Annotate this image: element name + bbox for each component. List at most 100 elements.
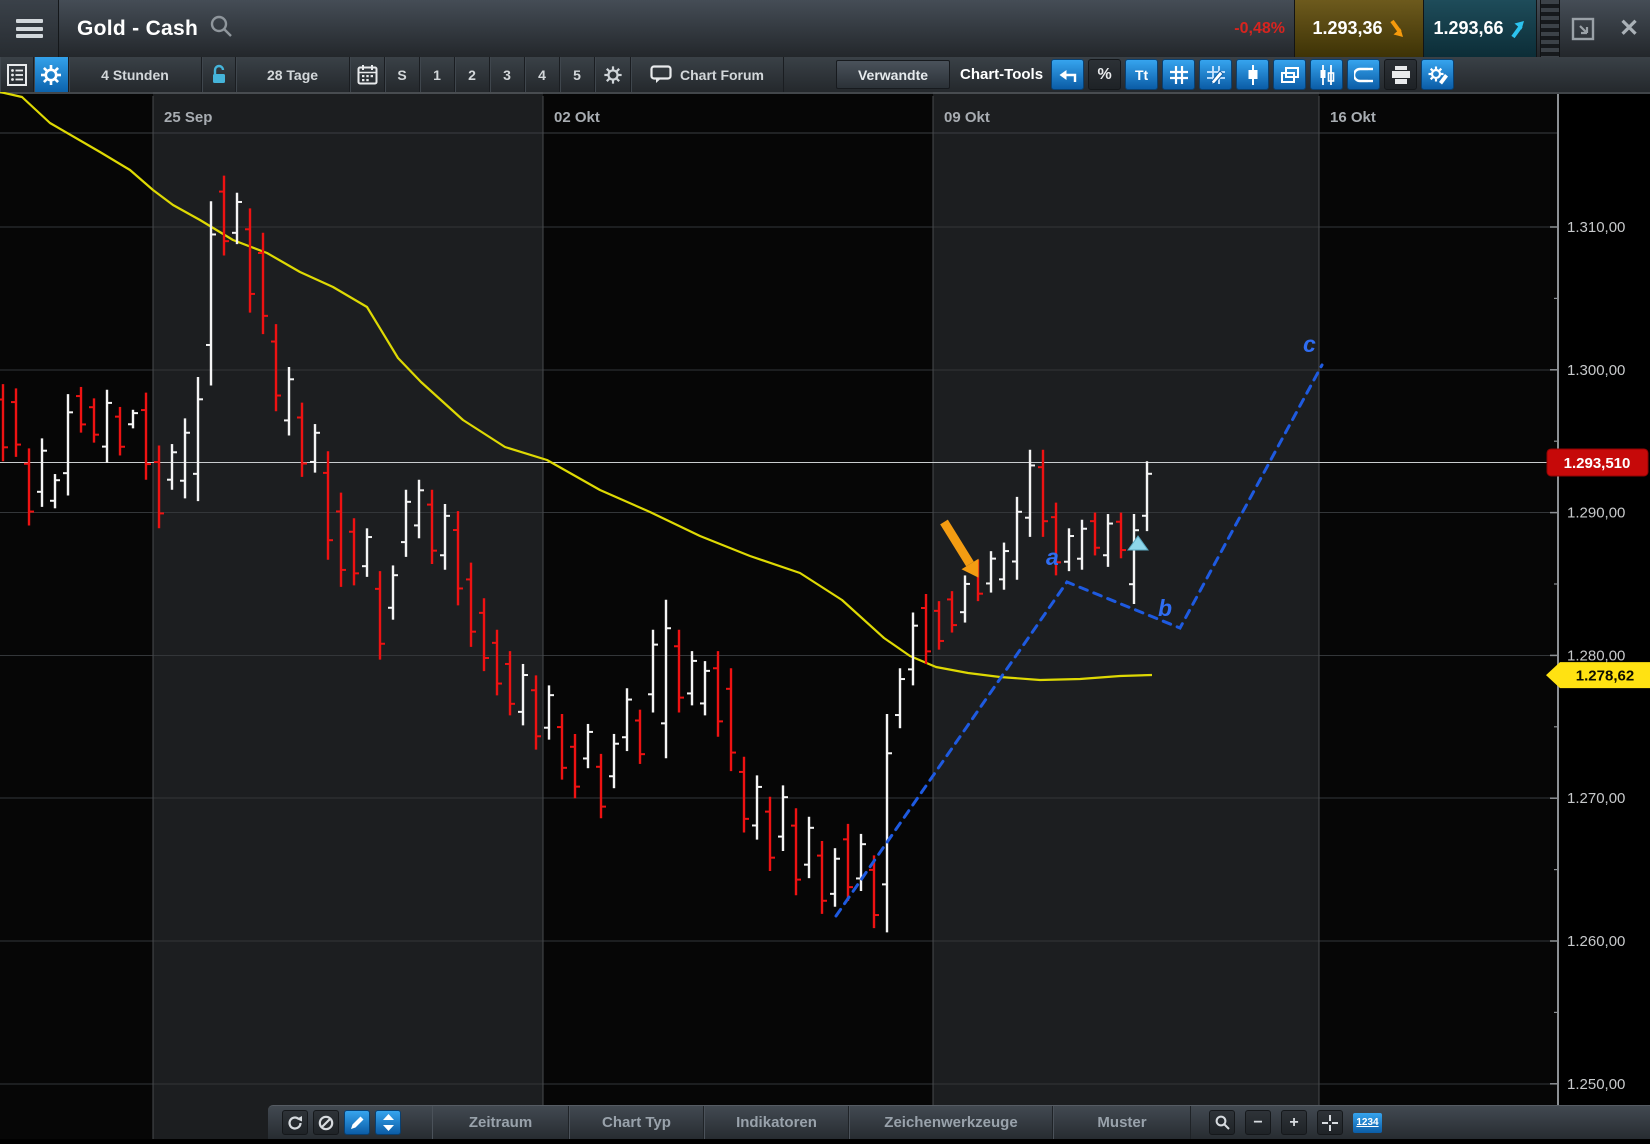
zoom-button[interactable] xyxy=(1209,1110,1235,1135)
chart-settings-button[interactable] xyxy=(34,57,69,92)
percent-scale-button[interactable]: % xyxy=(1088,59,1121,90)
chart-tools-label: Chart-Tools xyxy=(960,66,1043,83)
scale-toggle-button[interactable] xyxy=(375,1110,401,1135)
date-label: 09 Okt xyxy=(944,109,990,126)
layout-1-button[interactable]: 1 xyxy=(420,57,455,92)
axis-tick-label: 1.270,00 xyxy=(1567,790,1625,807)
chart-menu-tabs: Zeitraum Chart Typ Indikatoren Zeichenwe… xyxy=(432,1106,1191,1139)
chart-forum-button[interactable]: Chart Forum xyxy=(631,57,784,92)
overlap-windows-icon xyxy=(1280,66,1300,84)
tab-zeitraum[interactable]: Zeitraum xyxy=(432,1106,569,1139)
layout-3-button[interactable]: 3 xyxy=(490,57,525,92)
prohibition-icon xyxy=(318,1115,334,1131)
speech-bubble-icon xyxy=(650,65,672,84)
compare-button[interactable] xyxy=(1310,59,1343,90)
bottom-toolbar: Zeitraum Chart Typ Indikatoren Zeichenwe… xyxy=(268,1105,1650,1139)
price-up-icon xyxy=(1510,19,1527,39)
chart-tools-bar: % Tt xyxy=(1051,57,1454,92)
shape-icon xyxy=(1354,67,1374,83)
shapes-button[interactable] xyxy=(1347,59,1380,90)
search-icon[interactable] xyxy=(208,13,234,44)
lock-open-icon xyxy=(210,64,228,86)
week-band xyxy=(933,92,1319,1139)
candle-type-button[interactable] xyxy=(1236,59,1269,90)
interval-dropdown[interactable]: 4 Stunden xyxy=(69,57,202,92)
axis-tick-label: 1.310,00 xyxy=(1567,219,1625,236)
date-label: 25 Sep xyxy=(164,109,212,126)
undo-button[interactable] xyxy=(1051,59,1084,90)
printer-icon xyxy=(1391,66,1411,84)
pencil-icon xyxy=(350,1115,365,1130)
crosshair-button[interactable] xyxy=(1317,1110,1343,1135)
date-label: 02 Okt xyxy=(554,109,600,126)
close-button[interactable]: ✕ xyxy=(1606,0,1650,57)
window-grip[interactable] xyxy=(1540,0,1560,57)
hamburger-icon xyxy=(16,19,43,38)
layout-4-button[interactable]: 4 xyxy=(525,57,560,92)
range-dropdown[interactable]: 28 Tage xyxy=(236,57,350,92)
text-tool-button[interactable]: Tt xyxy=(1125,59,1158,90)
gear-pencil-icon xyxy=(1427,65,1449,85)
trendline-label-c: c xyxy=(1303,331,1316,357)
layout-5-button[interactable]: 5 xyxy=(560,57,595,92)
print-button[interactable] xyxy=(1384,59,1417,90)
axis-tick-label: 1.300,00 xyxy=(1567,362,1625,379)
restore-window-button[interactable] xyxy=(1560,0,1606,57)
windows-button[interactable] xyxy=(1273,59,1306,90)
chart-forum-label: Chart Forum xyxy=(680,67,764,83)
sell-price-button[interactable]: 1.293,36 xyxy=(1294,0,1424,57)
chart-canvas[interactable]: 25 Sep02 Okt09 Okt16 Oktabc1.310,001.300… xyxy=(0,92,1650,1139)
zoom-in-button[interactable]: + xyxy=(1281,1110,1307,1135)
chart-options-button[interactable] xyxy=(1421,59,1454,90)
calendar-button[interactable] xyxy=(350,57,385,92)
layout-save-button[interactable]: S xyxy=(385,57,420,92)
clear-drawings-button[interactable] xyxy=(313,1110,339,1135)
bid-price: 1.293,36 xyxy=(1312,18,1382,39)
tab-chart-typ[interactable]: Chart Typ xyxy=(569,1106,704,1139)
axis-panel xyxy=(1558,92,1650,1139)
trendline-label-b: b xyxy=(1158,595,1172,621)
instrument-title: Gold - Cash xyxy=(77,17,198,41)
chart-toolbar: 4 Stunden 28 Tage S 1 2 3 4 5 Chart Foru… xyxy=(0,57,1650,93)
refresh-icon xyxy=(287,1115,303,1131)
draw-button[interactable] xyxy=(344,1110,370,1135)
price-down-icon xyxy=(1389,19,1406,39)
tab-muster[interactable]: Muster xyxy=(1053,1106,1191,1139)
candlestick-icon xyxy=(1246,65,1260,85)
trendline-label-a: a xyxy=(1046,544,1059,570)
grid-button[interactable] xyxy=(1162,59,1195,90)
gear-icon xyxy=(40,64,62,86)
zoom-out-button[interactable]: − xyxy=(1245,1110,1271,1135)
axis-tick-label: 1.280,00 xyxy=(1567,647,1625,664)
magnifier-icon xyxy=(1215,1115,1230,1130)
lock-interval-button[interactable] xyxy=(202,57,236,92)
tab-indikatoren[interactable]: Indikatoren xyxy=(704,1106,849,1139)
buy-price-button[interactable]: 1.293,66 xyxy=(1423,0,1537,57)
gear-outline-icon xyxy=(603,65,623,85)
compare-candles-icon xyxy=(1317,65,1337,85)
layout-2-button[interactable]: 2 xyxy=(455,57,490,92)
svg-text:1.278,62: 1.278,62 xyxy=(1576,668,1634,685)
tab-zeichenwerkzeuge[interactable]: Zeichenwerkzeuge xyxy=(849,1106,1053,1139)
grid-icon xyxy=(1170,66,1188,84)
back-arrow-icon xyxy=(1058,66,1078,84)
ask-price: 1.293,66 xyxy=(1433,18,1503,39)
change-percent: -0,48% xyxy=(1185,0,1285,57)
current-price-tag: 1.293,510 xyxy=(1547,449,1648,476)
settings-button[interactable] xyxy=(595,57,631,92)
legend-button[interactable] xyxy=(0,57,34,92)
refresh-button[interactable] xyxy=(282,1110,308,1135)
calendar-icon xyxy=(357,64,378,85)
ma-value-tag: 1.278,62 xyxy=(1546,662,1650,688)
grid-pencil-icon xyxy=(1207,66,1225,84)
axis-tick-label: 1.250,00 xyxy=(1567,1076,1625,1093)
grid-edit-button[interactable] xyxy=(1199,59,1232,90)
axis-tick-label: 1.260,00 xyxy=(1567,933,1625,950)
verwandte-button[interactable]: Verwandte xyxy=(836,60,950,89)
list-icon xyxy=(7,64,27,86)
title-bar: Gold - Cash -0,48% 1.293,36 1.293,66 ✕ xyxy=(0,0,1650,58)
main-menu-button[interactable] xyxy=(0,0,59,57)
crosshair-icon xyxy=(1322,1115,1338,1131)
quotes-panel-button[interactable]: 1234 xyxy=(1353,1113,1382,1133)
zoom-controls: − + 1234 xyxy=(1209,1110,1382,1135)
